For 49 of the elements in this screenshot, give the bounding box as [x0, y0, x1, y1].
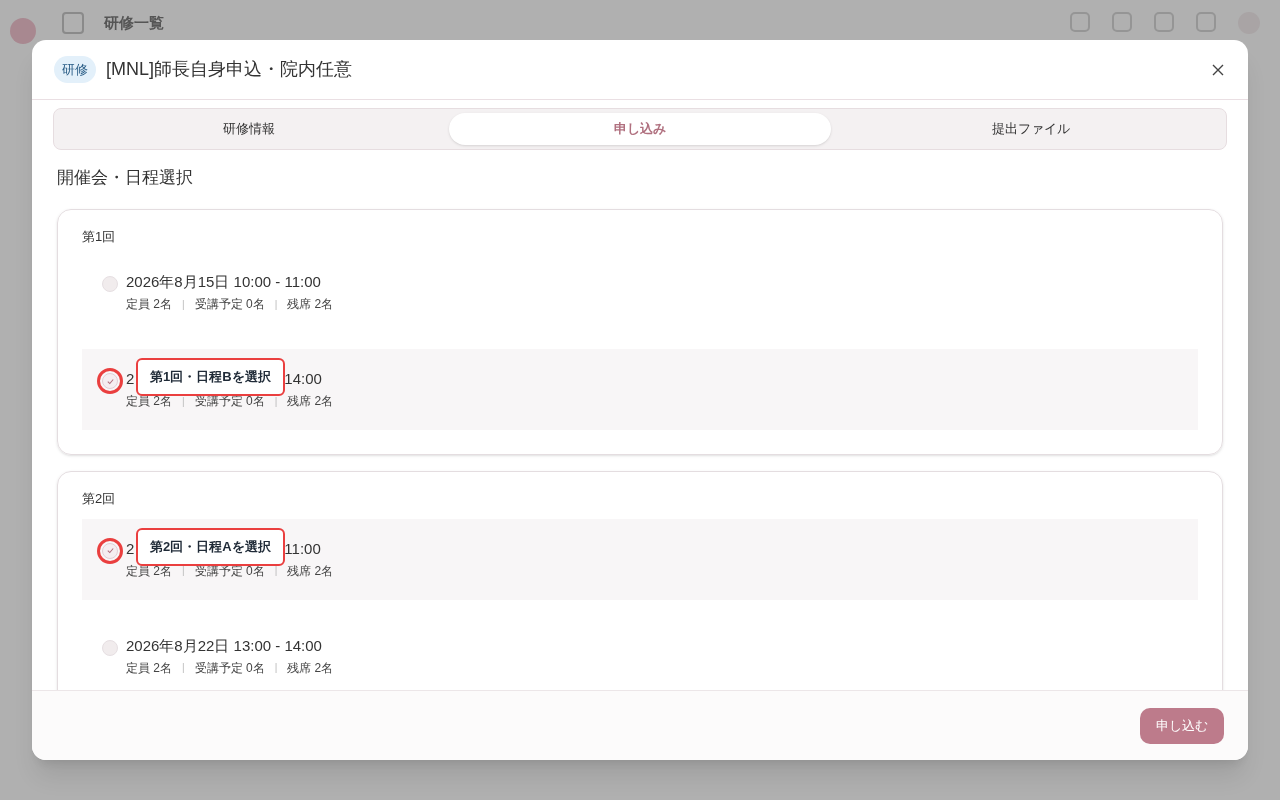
capacity-info: 定員 2名: [126, 393, 172, 410]
tab[interactable]: 研修情報: [58, 113, 440, 145]
session-date: 2026年8月15日 10:00 - 11:00: [126, 272, 321, 292]
separator: |: [182, 564, 185, 578]
capacity-info: 定員 2名: [126, 659, 172, 677]
toolbar-icon[interactable]: [1154, 12, 1174, 32]
check-icon: [105, 546, 115, 555]
radio-button[interactable]: [102, 542, 118, 559]
toolbar-icon[interactable]: [1196, 12, 1216, 32]
radio-button[interactable]: [102, 276, 118, 292]
radio-button[interactable]: [102, 373, 118, 389]
page-title: 研修一覧: [104, 12, 164, 33]
tab[interactable]: 申し込み: [449, 113, 831, 145]
annotation-ring: [97, 368, 123, 394]
separator: |: [274, 394, 278, 409]
close-icon[interactable]: [1212, 63, 1224, 76]
session-date: 14:00: [284, 369, 322, 389]
session-date: 2: [126, 538, 135, 559]
toolbar-icon[interactable]: [1112, 12, 1132, 32]
toolbar-icon[interactable]: [1070, 12, 1090, 32]
annotation-callout: 第2回・日程Aを選択: [136, 527, 285, 566]
session-label: 第1回: [82, 227, 117, 246]
section-title: 開催会・日程選択: [57, 167, 194, 189]
capacity-info: 残席 2名: [287, 296, 334, 313]
session-date: 11:00: [284, 538, 321, 559]
tab[interactable]: 提出ファイル: [840, 113, 1222, 145]
session-date: 2: [126, 369, 135, 389]
separator: |: [274, 661, 278, 675]
category-badge: 研修: [54, 55, 96, 84]
modal-title: [MNL]師長自身申込・院内任意: [106, 58, 352, 81]
capacity-info: 残席 2名: [287, 393, 334, 410]
capacity-info: 定員 2名: [126, 296, 172, 313]
separator: |: [182, 297, 185, 312]
session-label: 第2回: [82, 490, 117, 508]
sidebar-toggle-icon[interactable]: [62, 12, 84, 34]
annotation-callout: 第1回・日程Bを選択: [136, 358, 285, 396]
separator: |: [274, 564, 278, 578]
separator: |: [182, 661, 185, 675]
radio-button[interactable]: [102, 639, 118, 656]
annotation-ring: [97, 537, 123, 564]
capacity-info: 受講予定 0名: [194, 296, 265, 313]
capacity-info: 受講予定 0名: [194, 659, 265, 677]
separator: |: [182, 394, 185, 409]
capacity-info: 残席 2名: [287, 562, 334, 580]
check-icon: [105, 376, 115, 386]
session-date: 2026年8月22日 13:00 - 14:00: [126, 635, 322, 656]
separator: |: [274, 297, 278, 312]
capacity-info: 残席 2名: [287, 659, 334, 677]
logo-icon: [10, 18, 36, 44]
